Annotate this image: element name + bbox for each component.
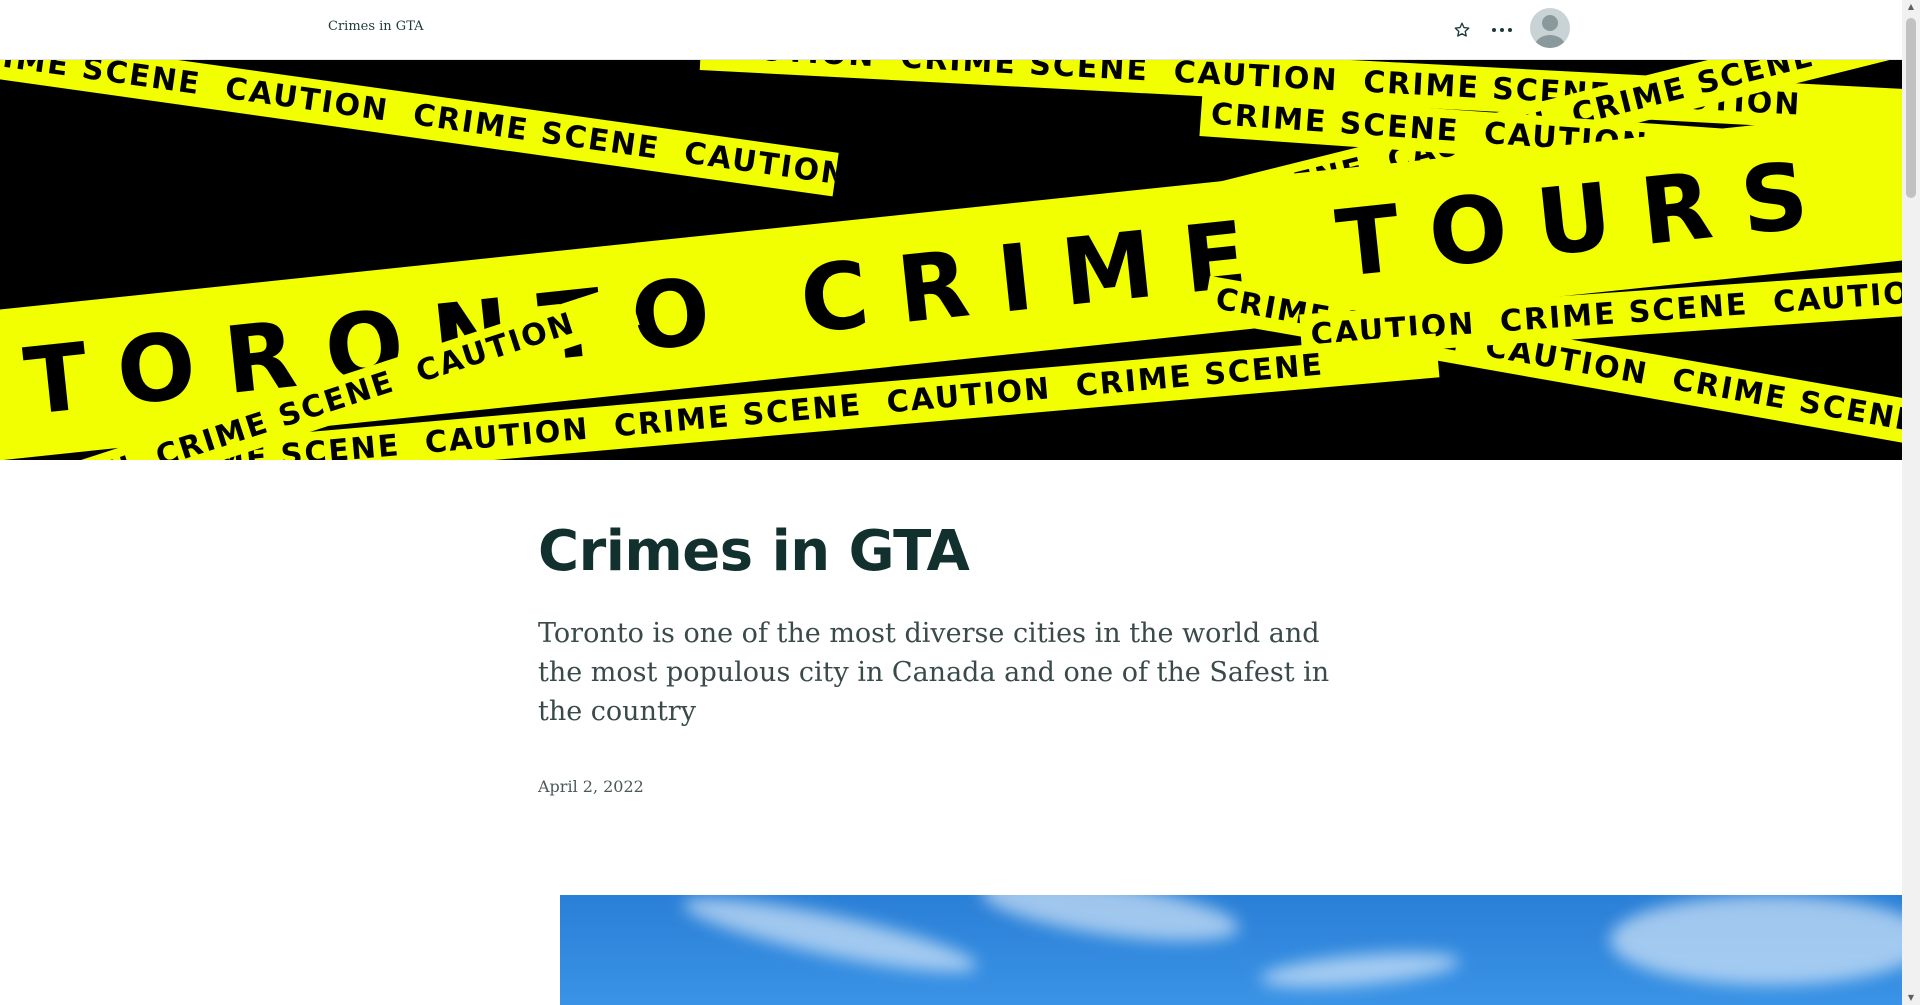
article-title: Crimes in GTA — [538, 519, 970, 584]
more-icon[interactable] — [1490, 18, 1514, 42]
sky-image — [560, 895, 1902, 1005]
scroll-down-icon[interactable]: ▼ — [1902, 991, 1920, 1005]
user-avatar-icon[interactable] — [1530, 8, 1570, 48]
site-title[interactable]: Crimes in GTA — [328, 19, 424, 34]
top-bar: Crimes in GTA — [0, 0, 1902, 60]
scroll-up-icon[interactable]: ▲ — [1902, 0, 1920, 14]
scrollbar[interactable]: ▲ ▼ — [1902, 0, 1920, 1005]
article-date: April 2, 2022 — [538, 777, 644, 797]
caution-tape: CRIME SCENE CAUTION CRIME SCENE CAUTION — [0, 60, 839, 197]
article-summary: Toronto is one of the most diverse citie… — [538, 618, 1330, 728]
scroll-thumb[interactable] — [1906, 18, 1916, 198]
hero-banner: CRIME SCENE CAUTION CRIME SCENE CAUTION … — [0, 60, 1902, 460]
top-actions — [1440, 8, 1570, 52]
star-icon[interactable] — [1450, 18, 1474, 42]
article-header: Crimes in GTA Toronto is one of the most… — [538, 519, 1368, 797]
